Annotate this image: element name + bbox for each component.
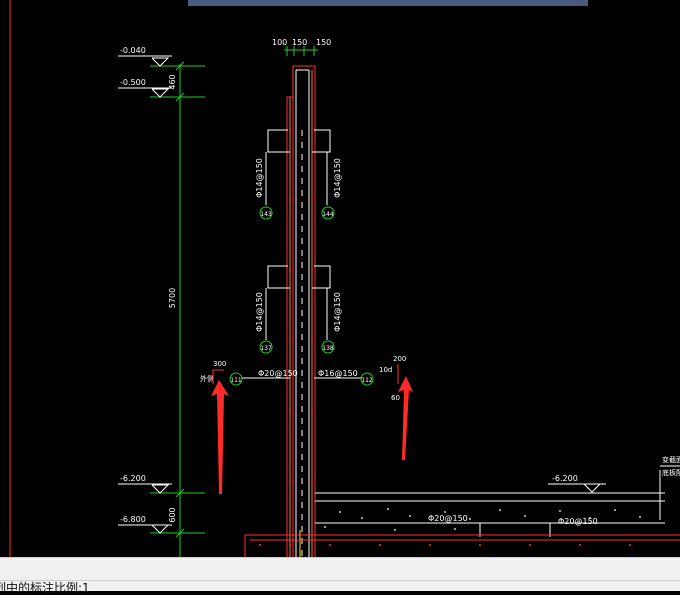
cad-drawing[interactable]: 460 5700 600 -0.040 -0.500 -6.200 -6.800…	[0, 0, 680, 557]
top-dim-3: 150	[316, 38, 331, 47]
level-marker-top1: -0.040	[118, 46, 172, 67]
wall-section	[286, 65, 316, 557]
dim-main: 5700	[168, 288, 177, 308]
circle-marker-138: 138	[321, 340, 335, 354]
rebar-label-right-2: Φ14@150	[333, 292, 342, 332]
svg-text:137: 137	[260, 345, 272, 352]
horizontal-scrollbar[interactable]	[188, 0, 588, 6]
dim-upper: 460	[168, 74, 177, 89]
status-divider	[0, 580, 680, 581]
left-note-num: 300	[213, 360, 226, 368]
top-dimension	[284, 46, 318, 56]
level-marker-bot2: -6.800	[118, 515, 172, 534]
svg-text:-6.200: -6.200	[552, 474, 578, 483]
level-marker-bot1: -6.200	[118, 474, 172, 494]
svg-text:-0.500: -0.500	[120, 78, 146, 87]
top-dim-2: 150	[292, 38, 307, 47]
top-dim-1: 100	[272, 38, 287, 47]
left-note-text: 外侧	[200, 374, 214, 383]
mid-callout-left: 111 Φ20@150	[229, 369, 298, 386]
svg-text:Φ16@150: Φ16@150	[318, 369, 358, 378]
svg-text:-0.040: -0.040	[120, 46, 146, 55]
side-text-1: 变截面	[662, 455, 680, 464]
svg-text:111: 111	[230, 377, 242, 384]
right-note-num: 200	[393, 355, 406, 363]
rebar-label-left-1: Φ14@150	[255, 158, 264, 198]
rebar-label-left-2: Φ14@150	[255, 292, 264, 332]
svg-text:138: 138	[322, 345, 334, 352]
level-marker-top2: -0.500	[118, 78, 172, 98]
circle-marker-137: 137	[259, 340, 273, 354]
svg-text:-6.800: -6.800	[120, 515, 146, 524]
circle-marker-144: 144	[321, 206, 335, 220]
svg-text:112: 112	[361, 377, 373, 384]
rebar-brackets	[265, 129, 331, 340]
svg-text:143: 143	[260, 211, 272, 218]
cad-canvas[interactable]: 460 5700 600 -0.040 -0.500 -6.200 -6.800…	[0, 0, 680, 557]
circle-marker-143: 143	[259, 206, 273, 220]
right-note-sub: 10d	[379, 366, 392, 374]
annotation-arrow-left	[211, 380, 229, 494]
svg-text:144: 144	[322, 211, 334, 218]
slab-label-2: Φ20@150	[558, 517, 598, 526]
svg-text:Φ20@150: Φ20@150	[258, 369, 298, 378]
side-text-2: 底板配筋	[662, 468, 680, 477]
status-text: 列中的标注比例:1	[0, 581, 90, 595]
slab-label-1: Φ20@150	[428, 514, 468, 523]
vertical-dimension	[150, 61, 205, 557]
right-note-num2: 60	[391, 394, 400, 402]
mid-callout-right: 112 Φ16@150	[314, 369, 374, 386]
command-status-bar: 列中的标注比例:1	[0, 557, 680, 595]
svg-text:-6.200: -6.200	[120, 474, 146, 483]
rebar-label-right-1: Φ14@150	[333, 158, 342, 198]
annotation-arrow-right	[398, 376, 413, 460]
dim-lower: 600	[168, 507, 177, 522]
level-marker-right: -6.200	[548, 474, 606, 493]
